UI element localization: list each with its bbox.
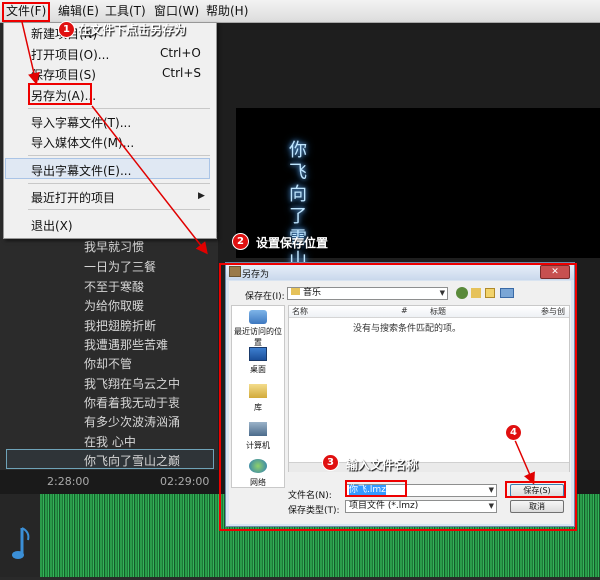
arrow-step1	[21, 21, 40, 85]
highlight-save-button	[505, 481, 566, 498]
step-badge: 1	[58, 21, 75, 38]
step-caption: 设置保存位置	[256, 236, 329, 250]
highlight-filename	[345, 480, 407, 497]
step-badge: 2	[232, 233, 249, 250]
step-caption: 在文件下点击另存为	[78, 23, 187, 37]
step-badge: 3	[322, 454, 339, 471]
arrow-step2	[91, 105, 208, 255]
step-caption: 输入文件名称	[346, 458, 419, 472]
highlight-save-as	[28, 83, 92, 105]
highlight-file-menu	[2, 2, 50, 22]
step-badge: 4	[505, 424, 522, 441]
